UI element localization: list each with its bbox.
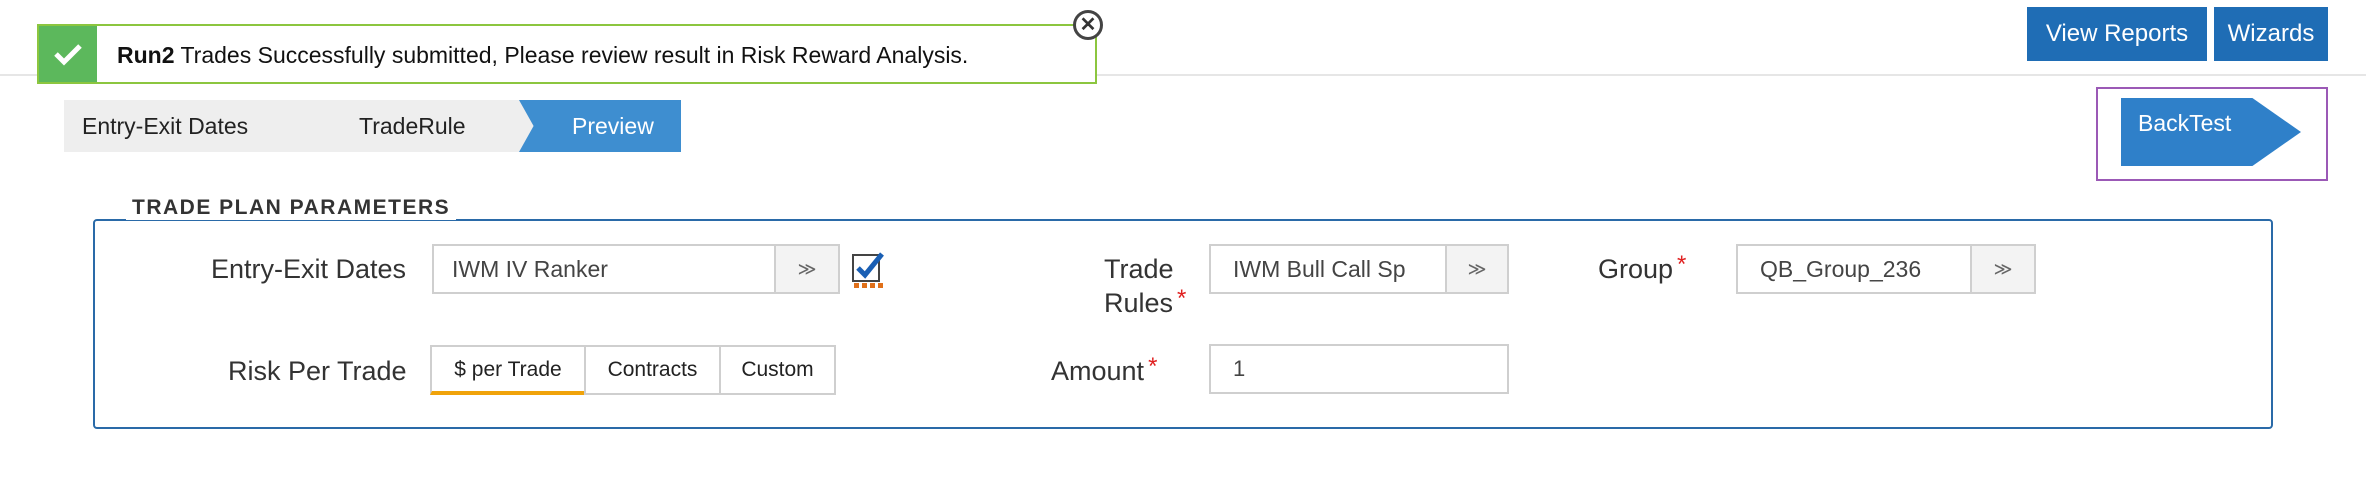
risk-option-custom[interactable]: Custom xyxy=(719,345,836,395)
group-value: QB_Group_236 xyxy=(1760,256,1922,282)
required-marker: * xyxy=(1677,251,1687,278)
chevron-down-icon[interactable]: ≫ xyxy=(774,246,838,292)
required-marker: * xyxy=(1177,285,1187,312)
group-label-text: Group xyxy=(1598,254,1674,284)
trade-rules-value: IWM Bull Call Sp xyxy=(1233,256,1406,282)
required-marker: * xyxy=(1148,353,1158,380)
entry-exit-dates-value: IWM IV Ranker xyxy=(452,256,608,282)
trade-rules-label-text: Rules xyxy=(1104,288,1174,318)
trade-plan-legend: TRADE PLAN PARAMETERS xyxy=(126,196,457,220)
chevron-down-icon[interactable]: ≫ xyxy=(1445,246,1507,292)
chevron-down-icon[interactable]: ≫ xyxy=(1970,246,2034,292)
group-select[interactable]: QB_Group_236 ≫ xyxy=(1736,244,2036,294)
step-trade-rule[interactable]: TradeRule xyxy=(292,100,538,152)
toast-text: Trades Successfully submitted, Please re… xyxy=(180,42,969,68)
risk-option-dollar-per-trade[interactable]: $ per Trade xyxy=(430,345,586,395)
amount-label-text: Amount xyxy=(1051,356,1145,386)
entry-exit-dates-select[interactable]: IWM IV Ranker ≫ xyxy=(432,244,840,294)
toast-message: Run2 Trades Successfully submitted, Plea… xyxy=(117,26,968,82)
view-reports-button[interactable]: View Reports xyxy=(2027,7,2207,61)
risk-per-trade-label: Risk Per Trade xyxy=(228,356,407,386)
calculator-check-icon[interactable] xyxy=(851,251,885,289)
checkmark-icon xyxy=(39,26,97,82)
step-entry-exit-dates[interactable]: Entry-Exit Dates xyxy=(64,100,309,152)
trade-rules-label-2: Rules * xyxy=(1104,285,1187,319)
wizards-button[interactable]: Wizards xyxy=(2214,7,2328,61)
close-icon[interactable]: ✕ xyxy=(1073,10,1103,40)
risk-option-contracts[interactable]: Contracts xyxy=(584,345,721,395)
toast-run-name: Run2 xyxy=(117,42,175,68)
trade-rules-label-1: Trade xyxy=(1104,254,1174,284)
backtest-label[interactable]: BackTest xyxy=(2138,110,2231,137)
trade-rules-select[interactable]: IWM Bull Call Sp ≫ xyxy=(1209,244,1509,294)
success-toast: Run2 Trades Successfully submitted, Plea… xyxy=(37,10,1103,84)
entry-exit-dates-label: Entry-Exit Dates xyxy=(211,254,407,284)
amount-label: Amount * xyxy=(1051,353,1158,387)
group-label: Group * xyxy=(1598,251,1687,285)
step-preview[interactable]: Preview xyxy=(519,100,681,152)
amount-input[interactable]: 1 xyxy=(1209,344,1509,394)
